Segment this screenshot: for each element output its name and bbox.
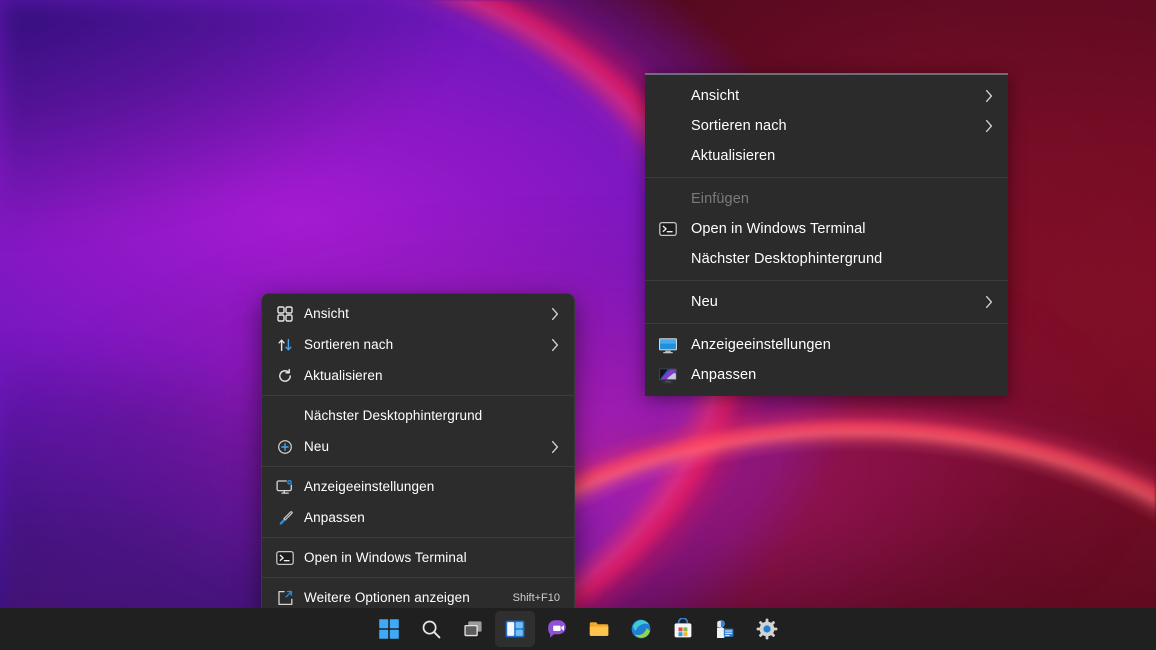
menu-group: Anzeigeeinstellungen Anpassen <box>262 467 574 537</box>
taskbar-button-explorer[interactable] <box>579 611 619 647</box>
menu-item-label: Anpassen <box>691 367 757 383</box>
taskbar-button-start[interactable] <box>369 611 409 647</box>
menu-item-open-in-windows-terminal[interactable]: Open in Windows Terminal <box>265 542 571 573</box>
task-view-icon <box>462 618 484 640</box>
refresh-icon <box>265 360 304 391</box>
menu-item-label: Sortieren nach <box>691 118 787 134</box>
plus-circle-icon <box>265 431 304 462</box>
menu-item-open-in-windows-terminal[interactable]: Open in Windows Terminal <box>645 214 1008 244</box>
menu-group: Anzeigeeinstellungen Anpassen <box>645 324 1008 396</box>
menu-group: Nächster Desktophintergrund Neu <box>262 396 574 466</box>
windows-start-icon <box>378 618 400 640</box>
menu-item-shortcut: Shift+F10 <box>512 591 560 604</box>
terminal-icon <box>645 214 691 244</box>
taskbar-button-chat[interactable] <box>537 611 577 647</box>
menu-item-nächster-desktophintergrund[interactable]: Nächster Desktophintergrund <box>265 400 571 431</box>
menu-item-icon-slot <box>645 81 691 111</box>
menu-group: Open in Windows Terminal <box>262 538 574 577</box>
menu-item-label: Neu <box>691 294 718 310</box>
menu-item-ansicht[interactable]: Ansicht <box>645 81 1008 111</box>
menu-item-anzeigeeinstellungen[interactable]: Anzeigeeinstellungen <box>645 330 1008 360</box>
chevron-right-icon <box>984 89 994 103</box>
taskbar-button-einstellungen[interactable] <box>747 611 787 647</box>
personalize-icon <box>645 360 691 390</box>
menu-item-label: Nächster Desktophintergrund <box>304 408 483 423</box>
menu-item-anpassen[interactable]: Anpassen <box>265 502 571 533</box>
taskbar-button-microsoft-store[interactable] <box>663 611 703 647</box>
menu-item-icon-slot <box>265 400 304 431</box>
menu-item-neu[interactable]: Neu <box>265 431 571 462</box>
menu-item-nächster-desktophintergrund[interactable]: Nächster Desktophintergrund <box>645 244 1008 274</box>
menu-item-label: Open in Windows Terminal <box>691 221 866 237</box>
menu-item-aktualisieren[interactable]: Aktualisieren <box>265 360 571 391</box>
menu-item-neu[interactable]: Neu <box>645 287 1008 317</box>
menu-item-label: Weitere Optionen anzeigen <box>304 590 470 605</box>
menu-item-ansicht[interactable]: Ansicht <box>265 298 571 329</box>
display-settings-icon <box>645 330 691 360</box>
taskbar-button-widgets[interactable] <box>495 611 535 647</box>
taskbar-button-suchen[interactable] <box>411 611 451 647</box>
menu-item-icon-slot <box>645 287 691 317</box>
view-grid-icon <box>265 298 304 329</box>
display-settings-icon <box>265 471 304 502</box>
menu-item-label: Ansicht <box>691 88 740 104</box>
menu-item-label: Einfügen <box>691 191 750 207</box>
desktop[interactable]: Ansicht Sortieren nach Aktualisieren Einfüg… <box>0 0 1156 650</box>
microsoft-store-icon <box>672 618 694 640</box>
widgets-icon <box>504 618 526 640</box>
menu-group: Ansicht Sortieren nach Aktualisieren <box>262 294 574 395</box>
taskbar-button-app[interactable] <box>705 611 745 647</box>
menu-item-anzeigeeinstellungen[interactable]: Anzeigeeinstellungen <box>265 471 571 502</box>
menu-item-einfügen: Einfügen <box>645 184 1008 214</box>
menu-item-label: Ansicht <box>304 306 349 321</box>
settings-gear-icon <box>756 618 778 640</box>
menu-item-label: Neu <box>304 439 330 454</box>
menu-group: Neu <box>645 281 1008 323</box>
menu-item-icon-slot <box>645 244 691 274</box>
menu-item-label: Nächster Desktophintergrund <box>691 251 883 267</box>
windows-taskbar[interactable] <box>0 608 1156 650</box>
sort-arrows-icon <box>265 329 304 360</box>
chevron-right-icon <box>550 307 560 321</box>
menu-item-label: Anzeigeeinstellungen <box>304 479 435 494</box>
menu-item-icon-slot <box>645 111 691 141</box>
teams-chat-icon <box>546 618 568 640</box>
chevron-right-icon <box>984 295 994 309</box>
taskbar-button-taskansicht[interactable] <box>453 611 493 647</box>
desktop-win11-context-menu[interactable]: Ansicht Sortieren nach Aktualisieren Nächst… <box>261 293 575 618</box>
search-icon <box>420 618 442 640</box>
menu-item-label: Aktualisieren <box>304 368 383 383</box>
terminal-icon <box>265 542 304 573</box>
file-explorer-icon <box>588 618 610 640</box>
menu-group: Ansicht Sortieren nach Aktualisieren <box>645 75 1008 177</box>
menu-group: Einfügen Open in Windows Terminal Nächster… <box>645 178 1008 280</box>
menu-item-label: Anpassen <box>304 510 365 525</box>
menu-item-sortieren-nach[interactable]: Sortieren nach <box>265 329 571 360</box>
chevron-right-icon <box>984 119 994 133</box>
chevron-right-icon <box>550 440 560 454</box>
app-window-icon <box>714 618 736 640</box>
paintbrush-icon <box>265 502 304 533</box>
menu-item-aktualisieren[interactable]: Aktualisieren <box>645 141 1008 171</box>
chevron-right-icon <box>550 338 560 352</box>
taskbar-button-microsoft-edge[interactable] <box>621 611 661 647</box>
menu-item-icon-slot <box>645 184 691 214</box>
menu-item-label: Sortieren nach <box>304 337 394 352</box>
menu-item-label: Anzeigeeinstellungen <box>691 337 831 353</box>
desktop-classic-context-menu[interactable]: Ansicht Sortieren nach Aktualisieren Einfüg… <box>645 73 1008 396</box>
edge-icon <box>630 618 652 640</box>
menu-item-sortieren-nach[interactable]: Sortieren nach <box>645 111 1008 141</box>
menu-item-label: Open in Windows Terminal <box>304 550 467 565</box>
menu-item-icon-slot <box>645 141 691 171</box>
menu-item-label: Aktualisieren <box>691 148 776 164</box>
menu-item-anpassen[interactable]: Anpassen <box>645 360 1008 390</box>
